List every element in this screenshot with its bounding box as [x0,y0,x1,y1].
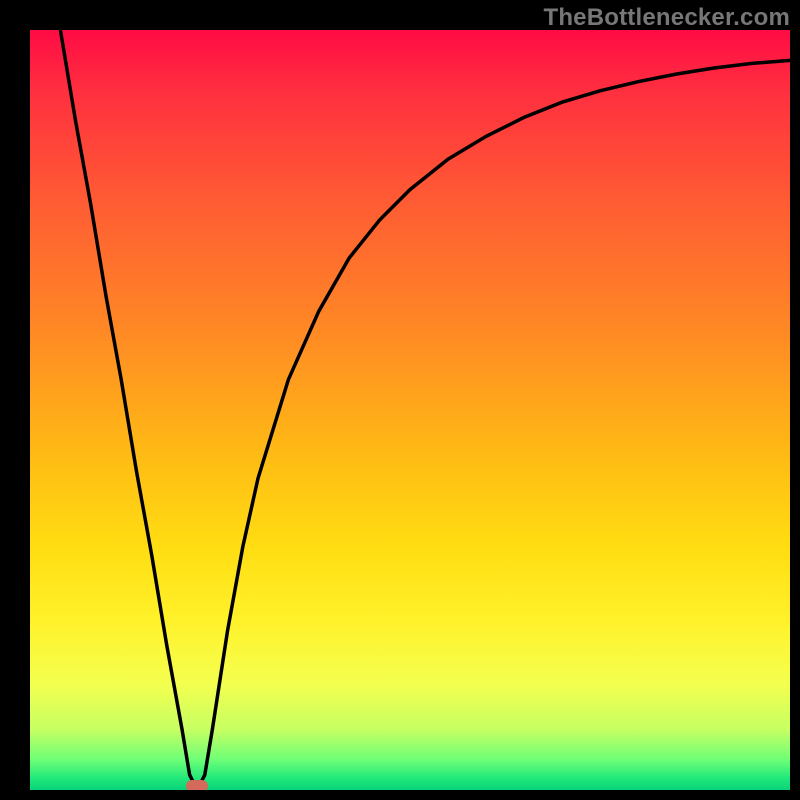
plot-area [30,30,790,790]
curve-path [60,30,790,790]
watermark-text: TheBottlenecker.com [543,4,790,32]
optimal-point-marker [186,780,208,790]
chart-frame: TheBottlenecker.com [0,0,800,800]
bottleneck-curve [30,30,790,790]
